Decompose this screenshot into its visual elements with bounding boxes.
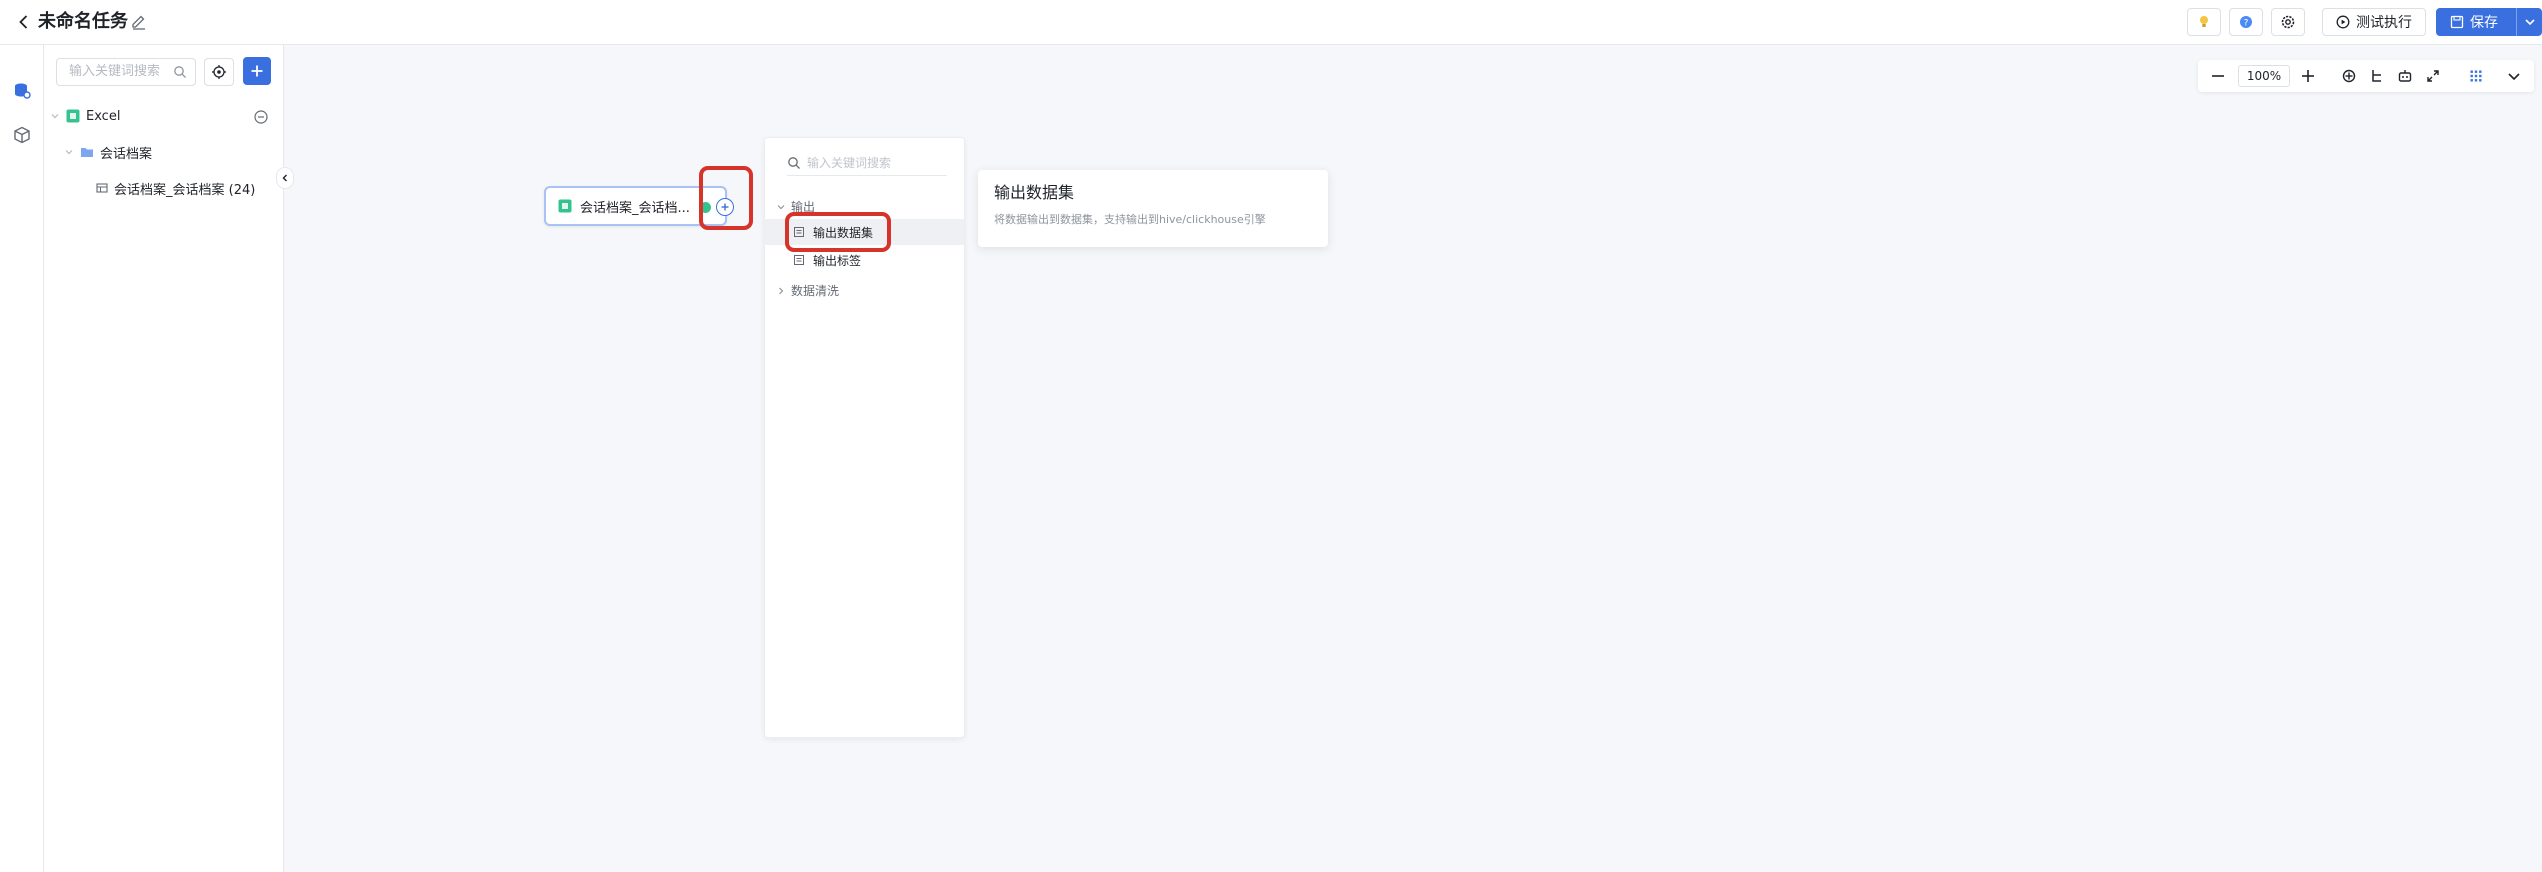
tree-item-label: 会话档案_会话档案 (24) — [114, 182, 256, 198]
bulb-icon[interactable] — [2187, 8, 2221, 36]
save-main-button[interactable]: 保存 — [2436, 8, 2516, 36]
add-source-button[interactable] — [243, 57, 271, 85]
canvas-area[interactable] — [285, 45, 2542, 872]
robot-icon[interactable] — [2395, 66, 2415, 86]
collapse-minus-icon[interactable] — [254, 109, 268, 128]
grid-icon[interactable] — [2466, 66, 2486, 86]
plus-icon — [251, 65, 263, 77]
folder-icon — [81, 148, 93, 157]
save-button[interactable]: 保存 — [2436, 8, 2542, 36]
fit-target-icon[interactable] — [2339, 66, 2359, 86]
play-circle-icon — [2336, 15, 2350, 29]
top-bar: 未命名任务 ? 测试执行 保存 — [0, 0, 2542, 45]
tree-item-label: Excel — [86, 108, 121, 124]
chevron-down-icon[interactable] — [2504, 66, 2524, 86]
highlight-box — [785, 212, 891, 252]
datasource-icon[interactable] — [10, 79, 34, 103]
sidebar-search-input[interactable]: 输入关键词搜索 — [56, 58, 196, 86]
highlight-box — [699, 166, 753, 230]
search-icon — [788, 157, 800, 169]
caret-down-icon[interactable] — [50, 111, 60, 121]
node-description-tooltip: 输出数据集 将数据输出到数据集，支持输出到hive/clickhouse引擎 — [978, 170, 1328, 247]
caret-down-icon[interactable] — [64, 147, 74, 157]
cube-icon[interactable] — [10, 123, 34, 147]
source-sidebar: 输入关键词搜索 Excel 会话档案 会话档案_会话档案 (24) — [44, 45, 284, 872]
page-title: 未命名任务 — [38, 11, 128, 32]
save-disk-icon — [2450, 15, 2464, 29]
locate-target-button[interactable] — [204, 58, 234, 86]
menu-group-data-cleaning[interactable]: 数据清洗 — [777, 282, 839, 299]
test-run-label: 测试执行 — [2356, 15, 2412, 31]
canvas-toolbar: 100% — [2198, 60, 2534, 92]
tree-item-session-table[interactable]: 会话档案_会话档案 (24) — [96, 177, 255, 199]
sidebar-search-placeholder: 输入关键词搜索 — [69, 64, 161, 79]
menu-group-label: 数据清洗 — [791, 284, 840, 298]
zoom-in-icon[interactable] — [2298, 66, 2318, 86]
menu-item-label: 输出标签 — [813, 253, 862, 268]
settings-gear-icon[interactable] — [2271, 8, 2305, 36]
tree-item-excel[interactable]: Excel — [50, 105, 120, 127]
table-icon — [96, 183, 108, 193]
help-icon[interactable]: ? — [2229, 8, 2263, 36]
fullscreen-expand-icon[interactable] — [2423, 66, 2443, 86]
caret-down-icon — [777, 204, 785, 209]
tag-icon — [794, 255, 804, 265]
caret-right-icon — [779, 287, 784, 294]
tree-item-label: 会话档案 — [100, 146, 153, 162]
svg-text:?: ? — [2244, 19, 2249, 29]
tooltip-title: 输出数据集 — [994, 183, 1075, 202]
locate-icon — [212, 65, 226, 79]
save-label: 保存 — [2470, 15, 2498, 31]
node-label: 会话档案_会话档... — [580, 200, 690, 216]
layout-tree-icon[interactable] — [2367, 66, 2387, 86]
left-rail — [0, 45, 44, 872]
excel-icon — [66, 109, 80, 123]
back-arrow-icon[interactable] — [14, 12, 34, 32]
tooltip-description: 将数据输出到数据集，支持输出到hive/clickhouse引擎 — [994, 213, 1266, 226]
edit-icon[interactable] — [130, 13, 148, 31]
menu-search-input[interactable]: 输入关键词搜索 — [787, 154, 947, 176]
test-run-button[interactable]: 测试执行 — [2322, 8, 2426, 36]
zoom-out-icon[interactable] — [2208, 66, 2228, 86]
zoom-level[interactable]: 100% — [2238, 65, 2290, 87]
menu-search-placeholder: 输入关键词搜索 — [807, 156, 892, 170]
excel-icon — [558, 199, 572, 213]
save-dropdown-chevron-icon[interactable] — [2516, 8, 2542, 36]
search-icon — [174, 66, 186, 78]
tree-item-session-folder[interactable]: 会话档案 — [64, 141, 152, 163]
